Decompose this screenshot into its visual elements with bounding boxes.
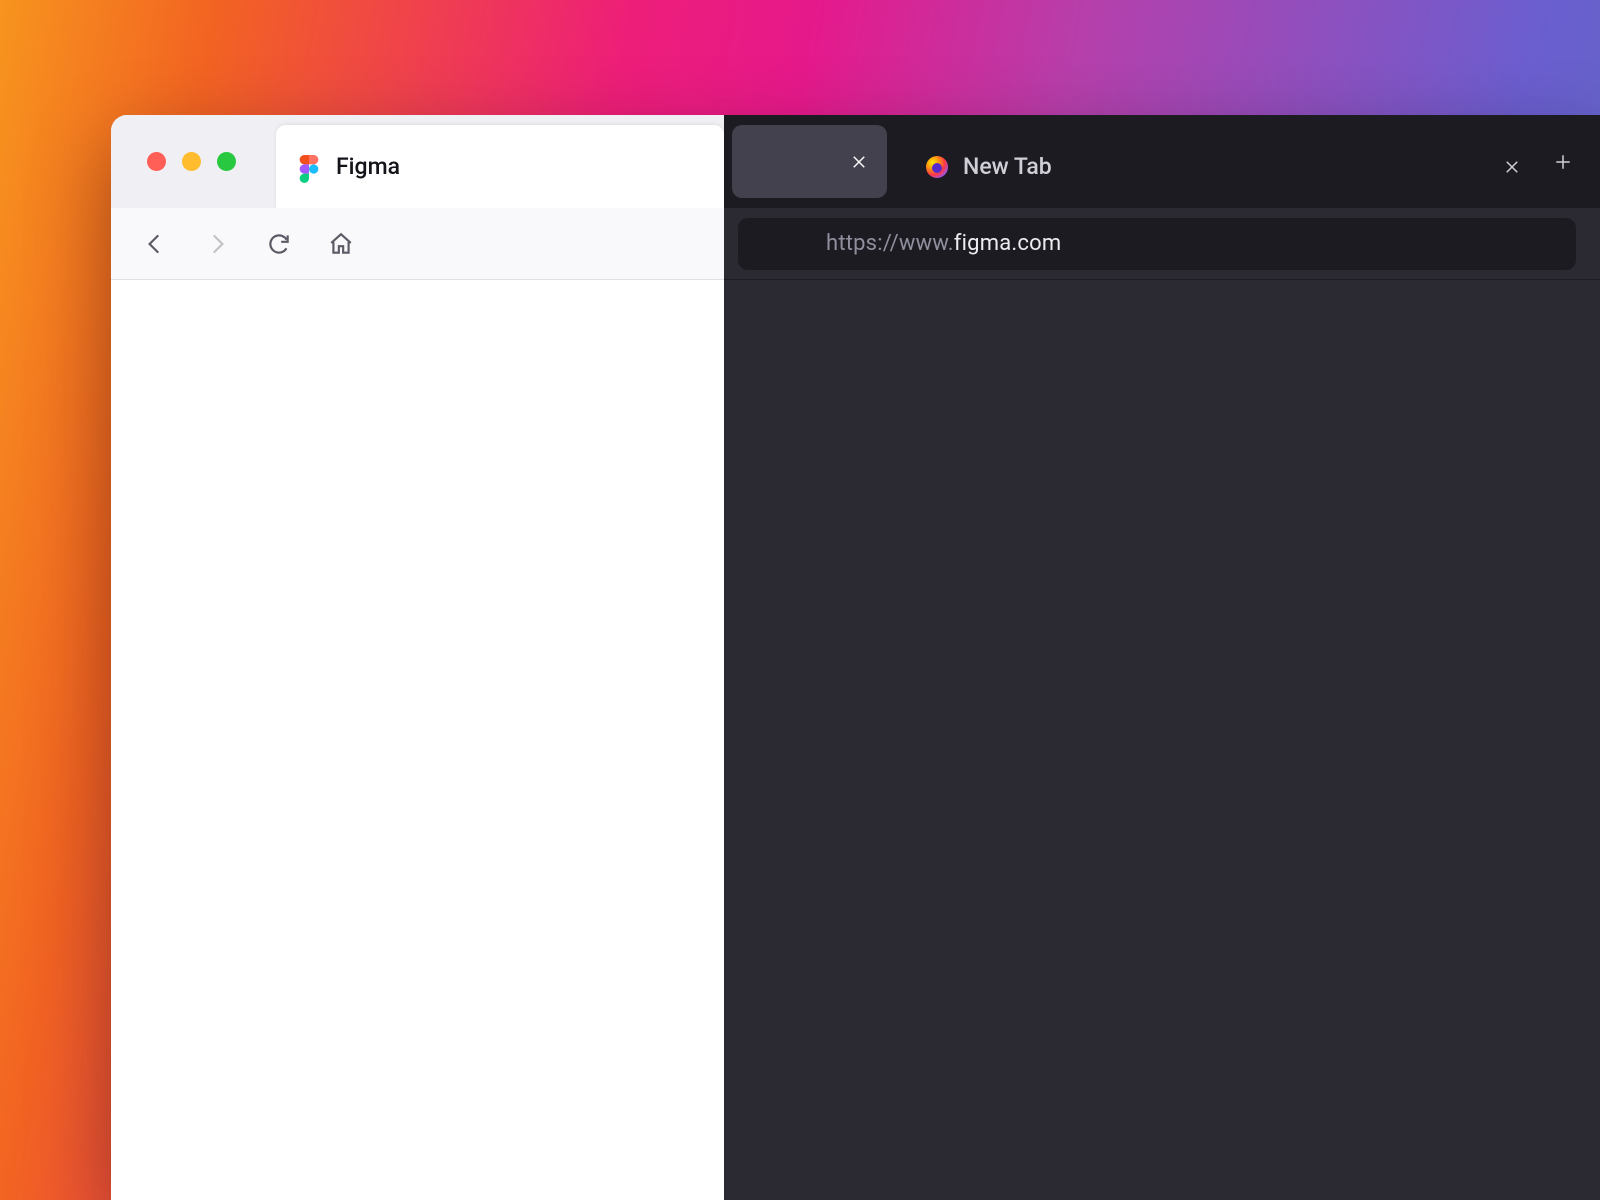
tab-close-overlay[interactable]	[732, 125, 887, 198]
reload-button[interactable]	[259, 224, 299, 264]
tab-label: Figma	[336, 153, 706, 180]
home-button[interactable]	[321, 224, 361, 264]
page-content-dark	[724, 280, 1600, 1200]
page-content-light	[111, 280, 724, 1200]
figma-icon	[298, 155, 322, 179]
tab-strip-dark: New Tab	[724, 115, 1600, 208]
firefox-icon	[925, 155, 949, 179]
tab-figma[interactable]: Figma	[276, 125, 724, 208]
tab-newtab[interactable]: New Tab	[895, 125, 1544, 208]
close-icon[interactable]	[845, 148, 873, 176]
lock-icon[interactable]	[792, 232, 812, 256]
browser-window: Figma	[111, 115, 1600, 1200]
close-icon[interactable]	[1498, 153, 1526, 181]
tab-label: New Tab	[963, 153, 1484, 180]
url-prefix: https://www.	[826, 231, 954, 256]
url-domain: figma.com	[954, 231, 1062, 256]
window-close-button[interactable]	[147, 152, 166, 171]
forward-button[interactable]	[197, 224, 237, 264]
back-button[interactable]	[135, 224, 175, 264]
pane-light: Figma	[111, 115, 724, 1200]
window-maximize-button[interactable]	[217, 152, 236, 171]
window-traffic-lights	[111, 115, 276, 208]
toolbar	[111, 208, 724, 280]
url-text: https://www.figma.com	[826, 231, 1061, 256]
tab-strip: Figma	[111, 115, 724, 208]
shield-icon[interactable]	[756, 231, 778, 257]
new-tab-button[interactable]	[1544, 115, 1600, 208]
toolbar-dark: https://www.figma.com	[724, 208, 1600, 280]
pane-dark: New Tab htt	[724, 115, 1600, 1200]
address-bar[interactable]: https://www.figma.com	[738, 218, 1576, 270]
window-minimize-button[interactable]	[182, 152, 201, 171]
